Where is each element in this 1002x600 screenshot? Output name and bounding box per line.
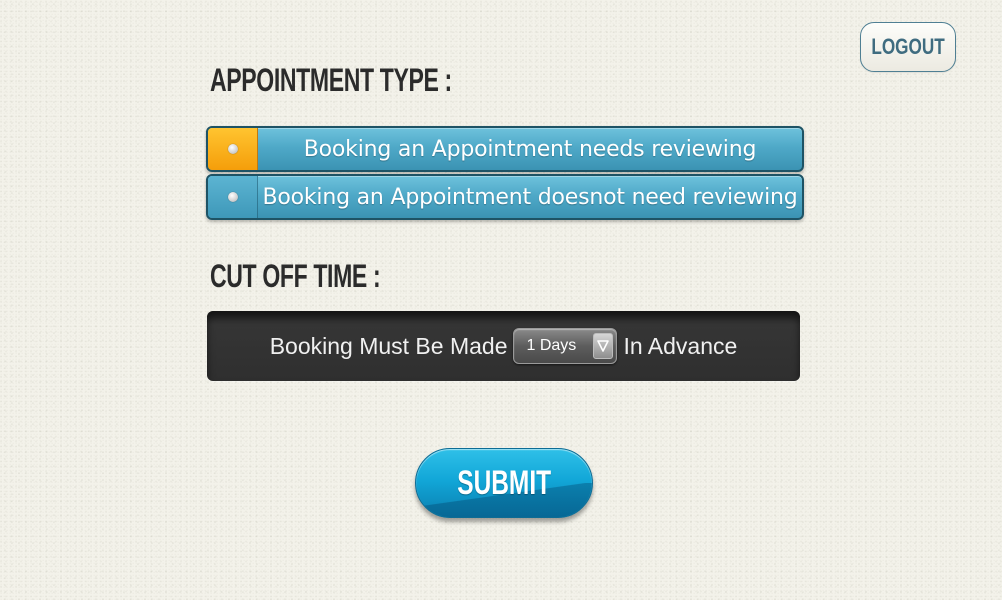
cut-off-suffix: In Advance (623, 332, 738, 359)
appointment-type-title: APPOINTMENT TYPE : (210, 62, 452, 98)
radio-dot-icon (227, 144, 238, 154)
cut-off-time-title: CUT OFF TIME : (210, 258, 381, 294)
option-needs-reviewing[interactable]: Booking an Appointment needs reviewing (206, 126, 804, 172)
logout-button[interactable]: LOGOUT (860, 22, 956, 72)
cut-off-time-bar: Booking Must Be Made 1 Days In Advance (207, 311, 800, 381)
radio-dot-icon (227, 192, 238, 202)
advance-days-select[interactable]: 1 Days (513, 328, 618, 364)
option-no-review[interactable]: Booking an Appointment doesnot need revi… (206, 174, 804, 220)
cut-off-prefix: Booking Must Be Made (269, 332, 508, 359)
chevron-down-icon[interactable] (593, 333, 614, 359)
option-label-needs-reviewing: Booking an Appointment needs reviewing (303, 136, 757, 162)
logout-label: LOGOUT (871, 34, 945, 59)
option-label-no-review: Booking an Appointment doesnot need revi… (262, 184, 798, 210)
radio-no-review[interactable] (208, 176, 258, 218)
radio-needs-reviewing[interactable] (208, 128, 258, 170)
submit-button[interactable]: SUBMIT (415, 448, 593, 518)
advance-days-value: 1 Days (526, 337, 577, 354)
submit-label: SUBMIT (457, 463, 551, 502)
